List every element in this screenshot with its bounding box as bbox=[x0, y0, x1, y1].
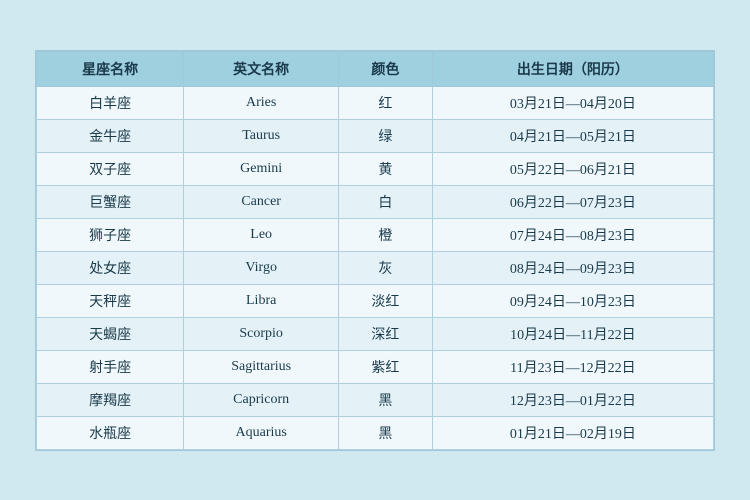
cell-en-name: Capricorn bbox=[184, 383, 339, 416]
cell-zh-name: 天秤座 bbox=[37, 284, 184, 317]
table-row: 天蝎座Scorpio深红10月24日—11月22日 bbox=[37, 317, 714, 350]
cell-color: 橙 bbox=[339, 218, 433, 251]
cell-en-name: Libra bbox=[184, 284, 339, 317]
cell-zh-name: 白羊座 bbox=[37, 86, 184, 119]
table-row: 狮子座Leo橙07月24日—08月23日 bbox=[37, 218, 714, 251]
table-row: 双子座Gemini黄05月22日—06月21日 bbox=[37, 152, 714, 185]
cell-en-name: Leo bbox=[184, 218, 339, 251]
cell-en-name: Virgo bbox=[184, 251, 339, 284]
cell-dates: 05月22日—06月21日 bbox=[432, 152, 713, 185]
cell-zh-name: 金牛座 bbox=[37, 119, 184, 152]
table-row: 处女座Virgo灰08月24日—09月23日 bbox=[37, 251, 714, 284]
header-dates: 出生日期（阳历） bbox=[432, 51, 713, 86]
cell-dates: 06月22日—07月23日 bbox=[432, 185, 713, 218]
cell-zh-name: 狮子座 bbox=[37, 218, 184, 251]
cell-zh-name: 处女座 bbox=[37, 251, 184, 284]
table-row: 巨蟹座Cancer白06月22日—07月23日 bbox=[37, 185, 714, 218]
cell-en-name: Sagittarius bbox=[184, 350, 339, 383]
table-row: 摩羯座Capricorn黑12月23日—01月22日 bbox=[37, 383, 714, 416]
cell-dates: 03月21日—04月20日 bbox=[432, 86, 713, 119]
cell-dates: 04月21日—05月21日 bbox=[432, 119, 713, 152]
cell-en-name: Gemini bbox=[184, 152, 339, 185]
cell-dates: 12月23日—01月22日 bbox=[432, 383, 713, 416]
cell-color: 灰 bbox=[339, 251, 433, 284]
cell-dates: 11月23日—12月22日 bbox=[432, 350, 713, 383]
cell-color: 紫红 bbox=[339, 350, 433, 383]
cell-dates: 07月24日—08月23日 bbox=[432, 218, 713, 251]
cell-color: 白 bbox=[339, 185, 433, 218]
zodiac-table: 星座名称 英文名称 颜色 出生日期（阳历） 白羊座Aries红03月21日—04… bbox=[36, 51, 714, 450]
cell-en-name: Aries bbox=[184, 86, 339, 119]
cell-zh-name: 天蝎座 bbox=[37, 317, 184, 350]
zodiac-table-container: 星座名称 英文名称 颜色 出生日期（阳历） 白羊座Aries红03月21日—04… bbox=[35, 50, 715, 451]
cell-dates: 08月24日—09月23日 bbox=[432, 251, 713, 284]
cell-en-name: Taurus bbox=[184, 119, 339, 152]
cell-en-name: Cancer bbox=[184, 185, 339, 218]
table-row: 天秤座Libra淡红09月24日—10月23日 bbox=[37, 284, 714, 317]
cell-dates: 01月21日—02月19日 bbox=[432, 416, 713, 449]
cell-color: 绿 bbox=[339, 119, 433, 152]
cell-color: 淡红 bbox=[339, 284, 433, 317]
cell-color: 黑 bbox=[339, 416, 433, 449]
header-zh-name: 星座名称 bbox=[37, 51, 184, 86]
cell-zh-name: 双子座 bbox=[37, 152, 184, 185]
table-row: 射手座Sagittarius紫红11月23日—12月22日 bbox=[37, 350, 714, 383]
header-color: 颜色 bbox=[339, 51, 433, 86]
cell-dates: 10月24日—11月22日 bbox=[432, 317, 713, 350]
cell-en-name: Aquarius bbox=[184, 416, 339, 449]
cell-zh-name: 巨蟹座 bbox=[37, 185, 184, 218]
table-row: 白羊座Aries红03月21日—04月20日 bbox=[37, 86, 714, 119]
table-row: 水瓶座Aquarius黑01月21日—02月19日 bbox=[37, 416, 714, 449]
header-en-name: 英文名称 bbox=[184, 51, 339, 86]
cell-zh-name: 射手座 bbox=[37, 350, 184, 383]
table-header-row: 星座名称 英文名称 颜色 出生日期（阳历） bbox=[37, 51, 714, 86]
cell-zh-name: 水瓶座 bbox=[37, 416, 184, 449]
cell-color: 黄 bbox=[339, 152, 433, 185]
cell-color: 深红 bbox=[339, 317, 433, 350]
cell-color: 黑 bbox=[339, 383, 433, 416]
cell-en-name: Scorpio bbox=[184, 317, 339, 350]
table-row: 金牛座Taurus绿04月21日—05月21日 bbox=[37, 119, 714, 152]
cell-zh-name: 摩羯座 bbox=[37, 383, 184, 416]
cell-dates: 09月24日—10月23日 bbox=[432, 284, 713, 317]
cell-color: 红 bbox=[339, 86, 433, 119]
